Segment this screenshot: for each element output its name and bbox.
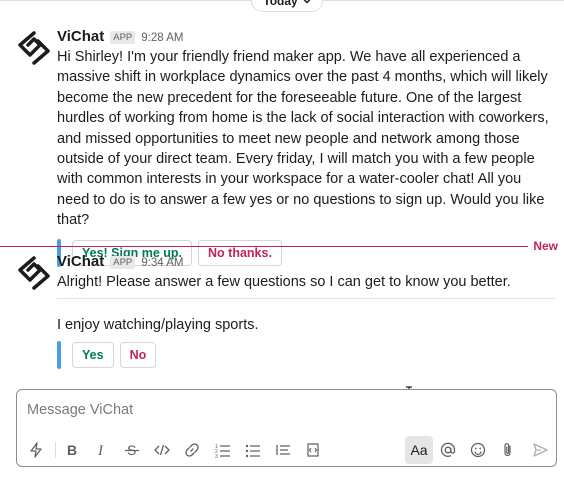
app-badge: APP	[110, 256, 136, 269]
attachment-icon[interactable]	[495, 436, 521, 464]
link-icon[interactable]	[179, 436, 205, 464]
chevron-down-icon	[303, 0, 311, 6]
toolbar-divider	[55, 442, 56, 458]
new-messages-label: New	[529, 239, 558, 253]
avatar[interactable]	[16, 255, 52, 291]
emoji-icon[interactable]	[465, 436, 491, 464]
composer-toolbar: B I S 123 Aa	[17, 434, 556, 466]
date-divider-button[interactable]: Today	[251, 0, 323, 12]
ordered-list-icon[interactable]: 123	[210, 436, 236, 464]
italic-icon[interactable]: I	[89, 436, 115, 464]
timestamp[interactable]: 9:34 AM	[141, 257, 183, 269]
no-button[interactable]: No	[119, 342, 157, 369]
timestamp[interactable]: 9:28 AM	[141, 32, 183, 44]
svg-text:I: I	[97, 443, 104, 458]
yes-button[interactable]: Yes	[72, 342, 114, 369]
bulleted-list-icon[interactable]	[240, 436, 266, 464]
shortcuts-icon[interactable]	[23, 436, 49, 464]
message-text: Hi Shirley! I'm your friendly friend mak…	[57, 49, 549, 229]
sender-name[interactable]: ViChat	[57, 28, 104, 45]
code-icon[interactable]	[149, 436, 175, 464]
sender-name[interactable]: ViChat	[57, 253, 104, 270]
button-group: Yes No	[57, 341, 550, 370]
strikethrough-icon[interactable]: S	[119, 436, 145, 464]
section-separator	[57, 298, 556, 299]
code-block-icon[interactable]	[300, 436, 326, 464]
question-text: I enjoy watching/playing sports.	[57, 317, 259, 333]
bold-icon[interactable]: B	[59, 436, 85, 464]
svg-text:B: B	[67, 442, 77, 458]
message-composer: B I S 123 Aa	[16, 389, 557, 467]
send-icon[interactable]	[527, 436, 553, 464]
vichat-logo-icon	[18, 31, 50, 65]
formatting-toggle-label: Aa	[410, 442, 428, 458]
avatar[interactable]	[16, 30, 52, 66]
blockquote-icon[interactable]	[270, 436, 296, 464]
vichat-logo-icon	[18, 256, 50, 290]
formatting-toggle[interactable]: Aa	[405, 436, 433, 464]
mention-icon[interactable]	[435, 436, 461, 464]
message-text: Alright! Please answer a few questions s…	[57, 274, 511, 290]
message-input[interactable]	[27, 398, 527, 422]
attachment-bar	[57, 341, 61, 370]
svg-text:3: 3	[215, 454, 218, 458]
new-messages-divider	[0, 246, 528, 247]
date-divider-label: Today	[263, 0, 298, 8]
app-badge: APP	[110, 31, 136, 44]
